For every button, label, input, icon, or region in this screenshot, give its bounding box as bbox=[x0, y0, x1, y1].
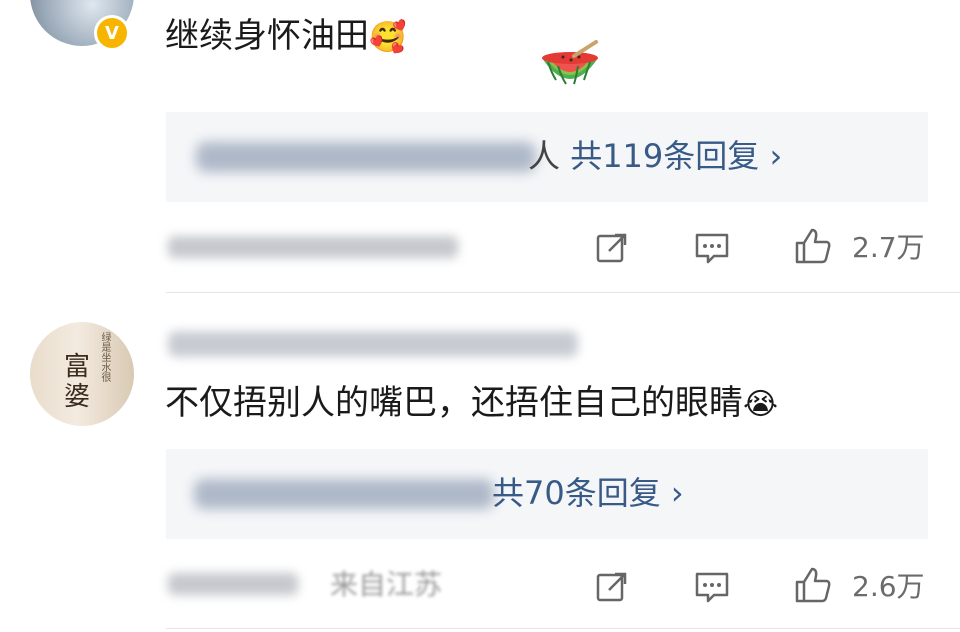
comment-item: V 继续身怀油田🥰 人 共119条回复 › 2.7万 bbox=[0, 0, 960, 292]
share-icon bbox=[596, 233, 627, 263]
like-count: 2.7万 bbox=[852, 231, 925, 264]
replies-preview[interactable]: 人 共119条回复 › bbox=[166, 112, 928, 202]
replies-preview[interactable]: 共70条回复 › bbox=[166, 449, 928, 539]
divider bbox=[166, 628, 960, 629]
chevron-right-icon: › bbox=[670, 474, 684, 512]
share-button[interactable] bbox=[592, 567, 632, 607]
like-count: 2.6万 bbox=[852, 570, 925, 603]
verified-badge-icon: V bbox=[94, 15, 130, 51]
avatar-vertical-text: 绿是坐水很 bbox=[99, 332, 110, 382]
blurred-reply-name bbox=[194, 479, 494, 509]
username-blurred[interactable] bbox=[168, 331, 578, 357]
comment-item: 富婆 绿是坐水很 不仅捂别人的嘴巴，还捂住自己的眼睛😭 共70条回复 › 来自江… bbox=[0, 293, 960, 632]
share-button[interactable] bbox=[592, 228, 632, 268]
watermelon-sticker-icon bbox=[542, 40, 598, 85]
replies-link[interactable]: 共70条回复 › bbox=[492, 473, 684, 513]
avatar-calligraphy: 富婆 bbox=[64, 352, 91, 412]
emoji-icon: 🥰 bbox=[369, 19, 407, 55]
emoji-icon: 😭 bbox=[743, 386, 779, 422]
comment-meta-blurred bbox=[168, 236, 458, 258]
like-icon bbox=[795, 228, 831, 264]
comment-icon bbox=[695, 572, 729, 603]
share-icon bbox=[596, 572, 627, 602]
comment-location: 来自江苏 bbox=[330, 568, 443, 601]
like-button[interactable] bbox=[793, 226, 833, 266]
comment-time-blurred bbox=[168, 573, 298, 595]
blurred-reply-name bbox=[196, 142, 536, 172]
comment-text: 不仅捂别人的嘴巴，还捂住自己的眼睛😭 bbox=[165, 383, 779, 423]
like-icon bbox=[795, 567, 831, 603]
avatar[interactable]: 富婆 绿是坐水很 bbox=[30, 322, 134, 426]
replies-link[interactable]: 人 共119条回复 › bbox=[528, 136, 782, 176]
like-button[interactable] bbox=[793, 565, 833, 605]
comment-button[interactable] bbox=[692, 228, 732, 268]
comment-icon bbox=[695, 233, 729, 264]
comment-text: 继续身怀油田🥰 bbox=[165, 16, 407, 56]
comment-button[interactable] bbox=[692, 567, 732, 607]
chevron-right-icon: › bbox=[769, 137, 783, 175]
